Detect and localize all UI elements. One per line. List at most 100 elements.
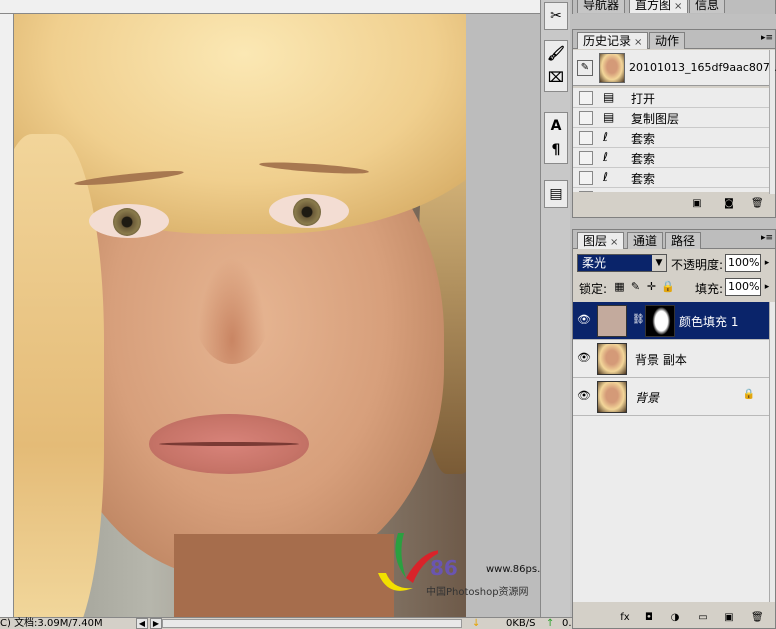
history-source-checkbox[interactable] — [579, 111, 593, 125]
download-arrow-icon: ↓ — [472, 618, 481, 629]
tab-histogram-label: 直方图 — [635, 0, 672, 12]
history-scrollbar[interactable] — [769, 50, 775, 194]
status-arrow-right-button[interactable]: ▶ — [150, 618, 162, 629]
history-source-checkbox[interactable] — [579, 191, 593, 192]
watermark-number: 86 — [430, 556, 458, 580]
tab-histogram[interactable]: 直方图 × — [629, 0, 689, 13]
new-layer-icon[interactable]: ▣ — [723, 612, 735, 623]
document-size-info[interactable]: C) 文档:3.09M/7.40M — [0, 618, 103, 629]
tab-navigator[interactable]: 导航器 — [577, 0, 626, 13]
history-footer: ▣ ◙ 🗑 — [573, 194, 771, 214]
clone-stamp-icon[interactable]: ⌧ — [545, 67, 567, 89]
layer-thumbnail[interactable] — [597, 343, 627, 375]
paragraph-icon[interactable]: ¶ — [545, 139, 567, 161]
close-icon[interactable]: × — [634, 37, 642, 48]
lasso-icon: ℓ — [603, 190, 608, 192]
lock-all-icon[interactable]: 🔒 — [661, 280, 675, 293]
close-icon[interactable]: × — [610, 237, 618, 248]
tool-group-2: 🖌 ⌧ — [544, 40, 568, 92]
history-item[interactable]: ▤ 复制图层 — [573, 108, 771, 128]
panel-menu-icon[interactable]: ▸≡ — [761, 33, 773, 43]
tab-history-label: 历史记录 — [583, 34, 632, 48]
layer-row-background-copy[interactable]: 👁 背景 副本 — [573, 340, 771, 378]
layers-tabbar: 图层 × 通道 路径 ▸≡ — [573, 230, 775, 249]
eye-icon[interactable]: 👁 — [577, 313, 591, 327]
layer-name[interactable]: 背景 副本 — [635, 351, 687, 368]
character-icon[interactable]: A — [545, 115, 567, 137]
opacity-label: 不透明度: — [671, 258, 724, 272]
layer-row-color-fill[interactable]: 👁 ⛓ 颜色填充 1 — [573, 302, 771, 340]
tools-icon[interactable]: ✂ — [545, 5, 567, 27]
close-icon[interactable]: × — [674, 1, 682, 12]
link-chain-icon[interactable]: ⛓ — [632, 314, 645, 325]
adjustment-layer-icon[interactable]: ◑ — [669, 612, 681, 623]
tab-actions[interactable]: 动作 — [649, 32, 686, 49]
tab-info[interactable]: 信息 — [689, 0, 726, 13]
layer-fill-thumbnail[interactable] — [597, 305, 627, 337]
blend-mode-select[interactable]: 柔光 ▼ — [577, 254, 667, 272]
tool-group-1: ✂ — [544, 2, 568, 30]
photo-hair-left — [14, 134, 104, 617]
history-source-checkbox[interactable] — [579, 171, 593, 185]
tool-group-4: ▤ — [544, 180, 568, 208]
layers-list: 👁 ⛓ 颜色填充 1 👁 背景 副本 👁 背景 🔒 — [573, 302, 771, 602]
history-item-label: 复制图层 — [631, 112, 680, 126]
history-item-label: 打开 — [631, 92, 656, 106]
history-item[interactable]: ℓ 套索 — [573, 188, 771, 192]
trash-icon[interactable]: 🗑 — [751, 612, 764, 623]
lock-row: 锁定: ▦ ✎ ✛ 🔒 填充: 100% ▸ — [573, 278, 771, 298]
chevron-down-icon[interactable]: ▼ — [652, 255, 666, 271]
history-snapshot[interactable]: ✎ 20101013_165df9aac807... — [573, 50, 776, 86]
tab-history[interactable]: 历史记录 × — [577, 32, 649, 49]
history-item[interactable]: ℓ 套索 — [573, 148, 771, 168]
layer-name[interactable]: 背景 — [635, 389, 659, 406]
horizontal-ruler — [0, 0, 540, 14]
trash-icon[interactable]: 🗑 — [751, 198, 764, 209]
eye-icon[interactable]: 👁 — [577, 389, 591, 403]
history-source-checkbox[interactable] — [579, 131, 593, 145]
history-item[interactable]: ▤ 打开 — [573, 88, 771, 108]
add-layer-style-icon[interactable]: fx — [619, 612, 631, 623]
eye-icon[interactable]: 👁 — [577, 351, 591, 365]
new-snapshot-icon[interactable]: ◙ — [723, 198, 735, 209]
lock-position-icon[interactable]: ✛ — [645, 280, 658, 293]
layer-thumbnail[interactable] — [597, 381, 627, 413]
history-brush-source-icon[interactable]: ✎ — [577, 60, 593, 76]
layer-name[interactable]: 颜色填充 1 — [679, 313, 738, 330]
history-item-label: 套索 — [631, 152, 656, 166]
tab-paths[interactable]: 路径 — [665, 232, 702, 249]
photo-eye-right — [269, 194, 349, 228]
history-panel: 历史记录 × 动作 ▸≡ ✎ 20101013_165df9aac807... ▤… — [572, 29, 776, 218]
tab-channels[interactable]: 通道 — [627, 232, 664, 249]
new-group-icon[interactable]: ▭ — [697, 612, 709, 623]
fill-input[interactable]: 100% — [725, 278, 761, 296]
lock-label: 锁定: — [579, 282, 608, 296]
layer-row-background[interactable]: 👁 背景 🔒 — [573, 378, 771, 416]
history-source-checkbox[interactable] — [579, 91, 593, 105]
notes-icon[interactable]: ▤ — [545, 183, 567, 205]
layer-mask-thumbnail[interactable] — [645, 305, 675, 337]
horizontal-scrollbar[interactable] — [162, 619, 462, 628]
blend-mode-value: 柔光 — [582, 256, 607, 270]
history-source-checkbox[interactable] — [579, 151, 593, 165]
new-document-from-state-icon[interactable]: ▣ — [691, 198, 703, 209]
layers-scrollbar[interactable] — [769, 302, 775, 602]
lock-transparency-icon[interactable]: ▦ — [613, 280, 626, 293]
add-mask-icon[interactable]: ◘ — [643, 612, 655, 623]
opacity-input[interactable]: 100% — [725, 254, 761, 272]
fill-slider-arrow-icon[interactable]: ▸ — [763, 278, 771, 296]
download-speed: 0KB/S — [506, 618, 536, 629]
fill-label: 填充: — [695, 282, 724, 296]
document-canvas-photo[interactable] — [14, 14, 466, 617]
opacity-slider-arrow-icon[interactable]: ▸ — [763, 254, 771, 272]
history-item[interactable]: ℓ 套索 — [573, 128, 771, 148]
status-arrow-left-button[interactable]: ◀ — [136, 618, 148, 629]
brush-icon[interactable]: 🖌 — [545, 43, 567, 65]
lock-image-icon[interactable]: ✎ — [629, 280, 642, 293]
history-item[interactable]: ℓ 套索 — [573, 168, 771, 188]
history-item-label: 套索 — [631, 172, 656, 186]
panel-menu-icon[interactable]: ▸≡ — [761, 233, 773, 243]
lock-icon: 🔒 — [742, 389, 755, 400]
tab-layers[interactable]: 图层 × — [577, 232, 625, 249]
upload-arrow-icon: ↑ — [546, 618, 555, 629]
